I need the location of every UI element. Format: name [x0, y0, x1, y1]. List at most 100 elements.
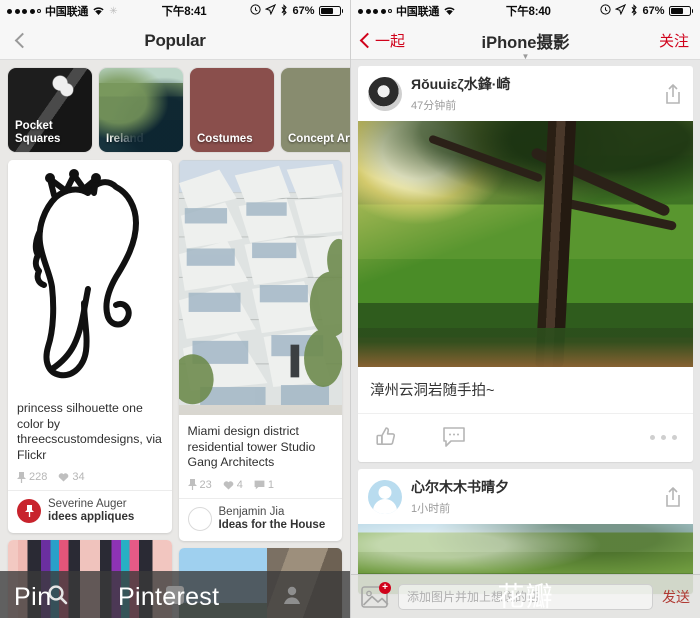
- category-label: Costumes: [197, 133, 253, 145]
- category-label: Ireland: [106, 133, 144, 145]
- pin-image-princess-silhouette[interactable]: [8, 160, 172, 392]
- pin-column: princess silhouette one color by threecs…: [8, 160, 172, 618]
- location-arrow-icon: [615, 3, 627, 18]
- category-tile[interactable]: Concept Art: [281, 68, 350, 152]
- tab-bar[interactable]: [0, 571, 350, 618]
- avatar: [17, 499, 41, 523]
- heart-icon: [59, 473, 69, 482]
- comment-stat: 1: [254, 479, 274, 491]
- board-name: Ideas for the House: [218, 518, 326, 531]
- post-actions: [358, 414, 693, 462]
- like-button[interactable]: [374, 425, 398, 449]
- category-label: Concept Art: [288, 133, 350, 145]
- tab-home[interactable]: [117, 584, 234, 606]
- tab-search[interactable]: [0, 584, 117, 606]
- search-icon: [48, 584, 68, 604]
- pin-title: princess silhouette one color by threecs…: [17, 401, 162, 462]
- pin-body: princess silhouette one color by threecs…: [8, 392, 172, 490]
- bluetooth-icon: [630, 3, 638, 19]
- more-button[interactable]: [650, 434, 677, 440]
- post-meta: Яŏuuіεζ水鋒·崎 47分钟前: [411, 74, 510, 113]
- signal-strength-icon: [7, 8, 41, 14]
- pin-stats: 228 34: [17, 471, 163, 483]
- post-meta: 心尔木木书晴夕 1小时前: [411, 477, 509, 516]
- category-tile[interactable]: Costumes: [190, 68, 274, 152]
- post-image-forest[interactable]: [358, 121, 693, 367]
- share-button[interactable]: [663, 83, 683, 105]
- post-time: 47分钟前: [411, 100, 457, 112]
- alarm-icon: [250, 4, 262, 18]
- post-time: 1小时前: [411, 503, 451, 515]
- comment-button[interactable]: [442, 426, 466, 448]
- tab-profile[interactable]: [233, 584, 350, 606]
- post-caption: 漳州云洞岩随手拍~: [358, 367, 693, 414]
- heart-icon: [223, 480, 234, 489]
- comment-bubble-icon: [443, 427, 465, 447]
- share-button[interactable]: [663, 486, 683, 508]
- page-title: Popular: [144, 30, 206, 50]
- post-header: Яŏuuіεζ水鋒·崎 47分钟前: [358, 66, 693, 121]
- more-dots-icon: [650, 434, 655, 440]
- repin-stat: 228: [17, 471, 47, 483]
- repin-count: 23: [199, 478, 212, 491]
- share-icon: [666, 83, 680, 104]
- send-button[interactable]: 发送: [662, 587, 690, 607]
- category-tile[interactable]: Ireland: [99, 68, 183, 152]
- feed-list: Яŏuuіεζ水鋒·崎 47分钟前 漳州云洞岩随手拍~ 心尔木木书晴夕 1小时前: [351, 60, 700, 594]
- share-icon: [666, 486, 680, 507]
- clock-label: 下午8:41: [161, 6, 207, 18]
- pinterest-logo-icon: [166, 585, 184, 604]
- pin-author-row[interactable]: Benjamin Jia Ideas for the House: [178, 497, 342, 541]
- pin-stats: 23 4 1: [187, 478, 334, 491]
- battery-percent-label: 67%: [642, 5, 665, 17]
- status-right-group: 67%: [600, 3, 693, 19]
- pin-card[interactable]: princess silhouette one color by threecs…: [8, 160, 172, 533]
- avatar[interactable]: [368, 479, 402, 514]
- signal-strength-icon: [358, 8, 392, 14]
- pin-title: Miami design district residential tower …: [187, 424, 316, 469]
- repin-count: 228: [29, 471, 48, 483]
- comment-input[interactable]: 添加图片并加上想说的话: [398, 583, 653, 610]
- avatar: [187, 506, 212, 531]
- pin-card[interactable]: Miami design district residential tower …: [178, 160, 343, 541]
- location-arrow-icon: [265, 3, 277, 18]
- thumbs-up-icon: [376, 427, 396, 445]
- feed-post: Яŏuuіεζ水鋒·崎 47分钟前 漳州云洞岩随手拍~: [358, 66, 693, 462]
- huaban-screen: 中国联通 下午8:40 67% 一起 iPhone摄影 ▼ 关注 Яŏuuіεζ…: [350, 0, 700, 618]
- chevron-down-icon: ▼: [521, 52, 530, 61]
- battery-icon: [318, 6, 343, 16]
- carrier-label: 中国联通: [45, 6, 89, 18]
- category-label: Pocket Squares: [15, 120, 61, 145]
- compose-bar: + 添加图片并加上想说的话 发送: [351, 574, 700, 618]
- avatar[interactable]: [368, 76, 402, 111]
- pin-body: Miami design district residential tower …: [179, 415, 343, 498]
- pin-author-row[interactable]: Severine Auger idees appliques: [8, 490, 172, 533]
- repin-stat: 23: [187, 478, 212, 491]
- repin-icon: [17, 471, 26, 483]
- person-icon: [283, 586, 300, 604]
- alarm-icon: [600, 4, 612, 18]
- status-right-group: 67%: [250, 3, 343, 19]
- nav-bar-right: 一起 iPhone摄影 ▼ 关注: [351, 22, 700, 61]
- page-title[interactable]: iPhone摄影: [351, 29, 700, 53]
- status-left-group: 中国联通: [358, 3, 456, 19]
- dual-screenshot: 中国联通 ✳ 下午8:41 67% Popular Pocket Squares…: [0, 0, 700, 618]
- post-author: Яŏuuіεζ水鋒·崎: [411, 76, 511, 92]
- add-badge: +: [379, 581, 391, 594]
- pushpin-icon: [24, 504, 34, 517]
- category-strip[interactable]: Pocket Squares Ireland Costumes Concept …: [0, 60, 350, 160]
- pin-image-miami-tower[interactable]: [178, 160, 342, 415]
- bluetooth-icon: [280, 3, 288, 19]
- wifi-icon: [92, 6, 105, 16]
- status-bar-right: 中国联通 下午8:40 67%: [351, 0, 700, 22]
- image-picker-button[interactable]: +: [361, 581, 391, 609]
- author-meta: Severine Auger idees appliques: [48, 498, 134, 524]
- comment-bubble-icon: [254, 480, 265, 489]
- author-name: Benjamin Jia: [218, 505, 285, 518]
- pin-grid: princess silhouette one color by threecs…: [0, 160, 350, 618]
- comment-count: 1: [267, 478, 274, 491]
- category-tile[interactable]: Pocket Squares: [8, 68, 92, 152]
- battery-icon: [668, 6, 693, 16]
- board-name: idees appliques: [48, 511, 135, 523]
- wifi-icon: [443, 6, 456, 16]
